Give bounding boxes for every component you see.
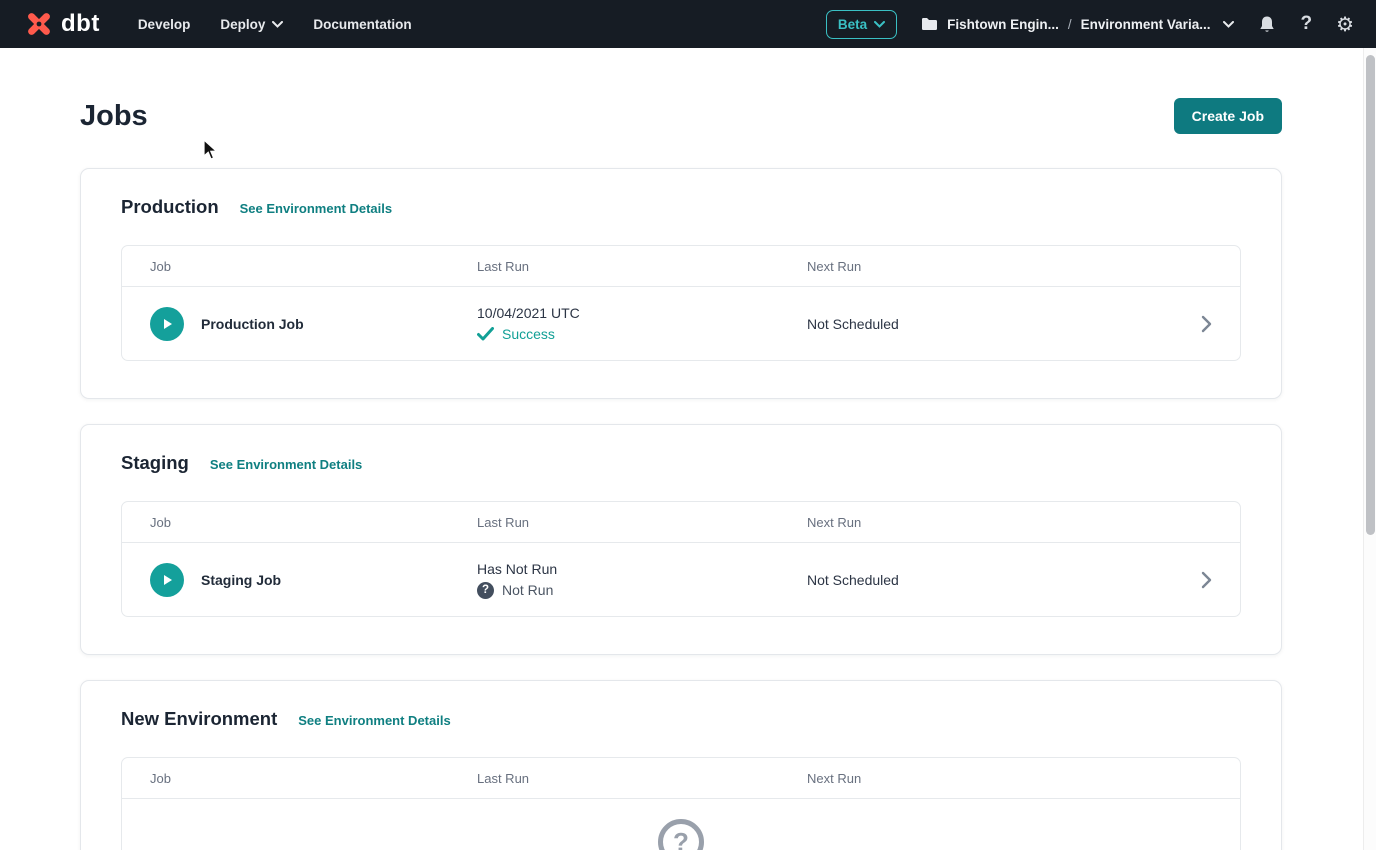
run-job-button[interactable] bbox=[150, 563, 184, 597]
environment-name: New Environment bbox=[121, 708, 277, 730]
nav-develop[interactable]: Develop bbox=[138, 17, 191, 32]
breadcrumb-separator: / bbox=[1068, 17, 1072, 32]
next-run: Not Scheduled bbox=[807, 572, 1164, 588]
page-title: Jobs bbox=[80, 100, 148, 133]
job-name: Production Job bbox=[201, 316, 304, 332]
chevron-down-icon bbox=[874, 21, 885, 28]
play-icon bbox=[159, 316, 175, 332]
primary-nav: Develop Deploy Documentation bbox=[138, 17, 442, 32]
logo-text: dbt bbox=[61, 10, 100, 38]
column-header-next-run: Next Run bbox=[807, 771, 1164, 786]
jobs-table-header: Job Last Run Next Run bbox=[122, 758, 1240, 799]
job-row-staging-job[interactable]: Staging Job Has Not Run ? Not Run Not Sc… bbox=[122, 543, 1240, 616]
chevron-down-icon bbox=[272, 21, 283, 28]
create-job-button[interactable]: Create Job bbox=[1174, 98, 1282, 134]
scrollbar-thumb[interactable] bbox=[1366, 55, 1375, 535]
run-job-button[interactable] bbox=[150, 307, 184, 341]
jobs-table-header: Job Last Run Next Run bbox=[122, 502, 1240, 543]
dbt-logo-icon bbox=[24, 9, 54, 39]
column-header-last-run: Last Run bbox=[477, 771, 807, 786]
vertical-scrollbar[interactable] bbox=[1363, 48, 1376, 850]
notifications-button[interactable] bbox=[1258, 15, 1276, 34]
jobs-table: Job Last Run Next Run Production Job 10/… bbox=[121, 245, 1241, 361]
column-header-next-run: Next Run bbox=[807, 515, 1164, 530]
column-header-job: Job bbox=[150, 771, 477, 786]
main-content: Jobs Create Job Production See Environme… bbox=[80, 48, 1282, 850]
column-header-last-run: Last Run bbox=[477, 515, 807, 530]
column-header-last-run: Last Run bbox=[477, 259, 807, 274]
help-icon: ? bbox=[1300, 13, 1312, 35]
next-run: Not Scheduled bbox=[807, 316, 1164, 332]
column-header-job: Job bbox=[150, 515, 477, 530]
check-icon bbox=[477, 327, 494, 341]
nav-documentation[interactable]: Documentation bbox=[313, 17, 411, 32]
column-header-job: Job bbox=[150, 259, 477, 274]
job-status: Success bbox=[477, 326, 807, 342]
environment-header: Production See Environment Details bbox=[121, 196, 1241, 218]
last-run-date: 10/04/2021 UTC bbox=[477, 305, 807, 321]
empty-state: ? bbox=[122, 799, 1240, 850]
job-status: ? Not Run bbox=[477, 582, 807, 599]
topbar-right: Beta Fishtown Engin... / Environment Var… bbox=[826, 10, 1354, 39]
bell-icon bbox=[1258, 15, 1276, 34]
environment-header: New Environment See Environment Details bbox=[121, 708, 1241, 730]
environment-name: Staging bbox=[121, 452, 189, 474]
job-name: Staging Job bbox=[201, 572, 281, 588]
environment-header: Staging See Environment Details bbox=[121, 452, 1241, 474]
breadcrumb[interactable]: Fishtown Engin... / Environment Varia... bbox=[921, 17, 1234, 32]
chevron-down-icon bbox=[1223, 21, 1234, 28]
chevron-right-icon[interactable] bbox=[1201, 571, 1212, 589]
see-environment-details-link[interactable]: See Environment Details bbox=[240, 201, 392, 216]
see-environment-details-link[interactable]: See Environment Details bbox=[298, 713, 450, 728]
question-circle-icon: ? bbox=[477, 582, 494, 599]
environment-card-production: Production See Environment Details Job L… bbox=[80, 168, 1282, 399]
dbt-logo[interactable]: dbt bbox=[24, 9, 100, 39]
empty-state-question-icon: ? bbox=[658, 819, 704, 850]
job-row-production-job[interactable]: Production Job 10/04/2021 UTC Success No… bbox=[122, 287, 1240, 360]
breadcrumb-page[interactable]: Environment Varia... bbox=[1081, 17, 1211, 32]
jobs-table-header: Job Last Run Next Run bbox=[122, 246, 1240, 287]
gear-icon: ⚙ bbox=[1336, 14, 1354, 34]
column-header-next-run: Next Run bbox=[807, 259, 1164, 274]
breadcrumb-project[interactable]: Fishtown Engin... bbox=[947, 17, 1059, 32]
help-button[interactable]: ? bbox=[1300, 13, 1312, 35]
jobs-table: Job Last Run Next Run Staging Job Has No… bbox=[121, 501, 1241, 617]
chevron-right-icon[interactable] bbox=[1201, 315, 1212, 333]
jobs-table: Job Last Run Next Run ? bbox=[121, 757, 1241, 850]
beta-dropdown-button[interactable]: Beta bbox=[826, 10, 897, 39]
topbar: dbt Develop Deploy Documentation Beta Fi… bbox=[0, 0, 1376, 48]
environment-card-staging: Staging See Environment Details Job Last… bbox=[80, 424, 1282, 655]
page-header: Jobs Create Job bbox=[80, 48, 1282, 168]
last-run-date: Has Not Run bbox=[477, 561, 807, 577]
environment-card-new-environment: New Environment See Environment Details … bbox=[80, 680, 1282, 850]
settings-button[interactable]: ⚙ bbox=[1336, 14, 1354, 34]
play-icon bbox=[159, 572, 175, 588]
folder-icon bbox=[921, 17, 938, 31]
environment-name: Production bbox=[121, 196, 219, 218]
see-environment-details-link[interactable]: See Environment Details bbox=[210, 457, 362, 472]
nav-deploy[interactable]: Deploy bbox=[220, 17, 283, 32]
